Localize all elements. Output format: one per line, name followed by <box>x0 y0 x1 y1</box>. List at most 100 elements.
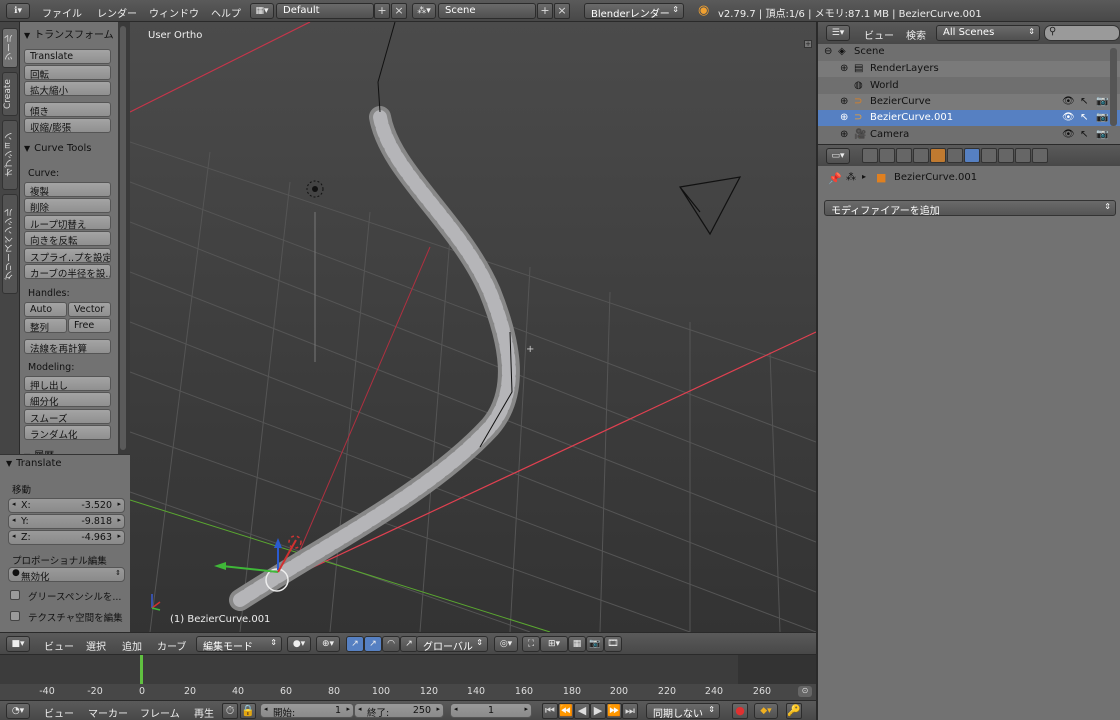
extrude-button[interactable]: 押し出し <box>24 376 111 391</box>
range-icon[interactable]: ⏱ <box>222 703 238 719</box>
operator-panel-header[interactable]: ▼ Translate <box>6 458 62 469</box>
sync-dropdown[interactable]: 同期しない ⇕ <box>646 703 720 720</box>
material-tab-icon[interactable] <box>998 148 1014 163</box>
outliner-row-world[interactable]: ◍ World <box>818 78 1120 94</box>
recalc-normals-button[interactable]: 法線を再計算 <box>24 339 111 354</box>
keyframe-insert-icon[interactable]: 🔑 <box>786 703 802 719</box>
eye-icon[interactable]: 👁 <box>1062 112 1075 123</box>
randomize-button[interactable]: ランダム化 <box>24 425 111 440</box>
handle-align-button[interactable]: 整列 <box>24 318 67 333</box>
render-icon[interactable]: 📷 <box>586 636 604 652</box>
expand-icon[interactable]: ⊖ <box>824 46 832 57</box>
menu-view[interactable]: ビュー <box>44 638 74 653</box>
menu-view[interactable]: ビュー <box>44 705 74 720</box>
properties-editor-icon[interactable]: ▭▾ <box>826 148 850 164</box>
history-panel-header[interactable]: ▼履歴 <box>24 447 54 454</box>
scene-dropdown[interactable]: Scene <box>438 3 536 19</box>
outliner-filter-dropdown[interactable]: All Scenes ⇕ <box>936 25 1040 41</box>
eye-icon[interactable]: 👁 <box>1062 96 1075 107</box>
set-spline-type-button[interactable]: スプライ..プを設定 <box>24 248 111 263</box>
menu-curve[interactable]: カーブ <box>157 638 186 653</box>
tool-shelf-scrollbar[interactable] <box>120 26 126 450</box>
gizmo-y-arrow[interactable] <box>214 562 226 570</box>
menu-window[interactable]: ウィンドウ <box>149 5 199 20</box>
select-arrow-icon[interactable]: ↖ <box>1080 96 1088 107</box>
shrink-fatten-button[interactable]: 収縮/膨張 <box>24 118 111 133</box>
snap-element-icon[interactable]: ⊞▾ <box>540 636 568 652</box>
pin-icon[interactable]: 📌 <box>828 172 842 185</box>
add-scene-icon[interactable]: + <box>537 3 553 19</box>
menu-marker[interactable]: マーカー <box>88 705 128 720</box>
lock-icon[interactable]: 🔒 <box>240 703 256 719</box>
jump-end-icon[interactable]: ⏭ <box>622 703 638 719</box>
snap-toggle-icon[interactable]: ⛶ <box>522 636 540 652</box>
remove-scene-icon[interactable]: × <box>554 3 570 19</box>
current-frame-field[interactable]: ◂ 1 ▸ <box>450 703 532 718</box>
remove-layout-icon[interactable]: × <box>391 3 407 19</box>
outliner-search-input[interactable]: ⚲ <box>1044 25 1120 41</box>
object-tab-icon[interactable] <box>930 148 946 163</box>
grease-pencil-checkbox[interactable] <box>10 590 20 600</box>
outliner-row-beziercurve[interactable]: ⊕ ⊃ BezierCurve 👁 ↖ 📷 <box>818 94 1120 110</box>
expand-icon[interactable]: ⊕ <box>840 129 848 140</box>
camera-render-icon[interactable]: 📷 <box>1096 129 1108 140</box>
curve-tools-panel-header[interactable]: ▼ Curve Tools <box>24 143 91 154</box>
translate-button[interactable]: Translate <box>24 49 111 64</box>
expand-icon[interactable]: ⊕ <box>840 63 848 74</box>
proportional-edit-icon[interactable]: ◎▾ <box>494 636 518 652</box>
jump-start-icon[interactable]: ⏮ <box>542 703 558 719</box>
orientation-dropdown[interactable]: グローバル ⇕ <box>416 636 488 653</box>
tab-create[interactable]: Create <box>2 72 18 116</box>
move-z-field[interactable]: ◂ Z: -4.963 ▸ <box>8 530 125 545</box>
snap-target-icon[interactable]: ▦ <box>568 636 586 652</box>
3d-viewport[interactable]: + User Ortho (1) BezierCurve.001 + <box>130 22 816 632</box>
outliner-row-scene[interactable]: ⊖ ◈ Scene <box>818 44 1120 60</box>
handle-free-button[interactable]: Free <box>68 318 111 333</box>
outliner-row-camera[interactable]: ⊕ 🎥 Camera 👁 ↖ 📷 <box>818 127 1120 143</box>
expand-icon[interactable]: ⊕ <box>840 112 848 123</box>
info-editor-icon[interactable]: ℹ▾ <box>6 3 30 19</box>
menu-view[interactable]: ビュー <box>864 27 894 42</box>
transform-panel-header[interactable]: ▼ トランスフォーム <box>24 26 114 41</box>
camera-render-icon[interactable]: 📷 <box>1096 96 1108 107</box>
manipulator-toggle-icon[interactable]: ↗ <box>346 636 364 652</box>
menu-select[interactable]: 選択 <box>86 638 106 653</box>
texture-space-checkbox[interactable] <box>10 611 20 621</box>
layout-grid-icon[interactable]: ▦▾ <box>250 3 274 19</box>
camera-object[interactable] <box>679 176 742 236</box>
timeline-editor-icon[interactable]: ◔▾ <box>6 703 30 719</box>
start-frame-field[interactable]: ◂ 開始: 1 ▸ <box>260 703 354 719</box>
select-arrow-icon[interactable]: ↖ <box>1080 129 1088 140</box>
add-modifier-dropdown[interactable]: モディファイアーを追加 ⇕ <box>824 200 1116 217</box>
end-frame-field[interactable]: ◂ 終了: 250 ▸ <box>354 703 444 719</box>
physics-tab-icon[interactable] <box>1032 148 1048 163</box>
rotate-button[interactable]: 回転 <box>24 65 111 80</box>
rotate-manipulator-icon[interactable]: ◠ <box>382 636 400 652</box>
shading-icon[interactable]: ●▾ <box>287 636 311 652</box>
scale-button[interactable]: 拡大縮小 <box>24 81 111 96</box>
set-curve-radius-button[interactable]: カーブの半径を設... <box>24 264 111 279</box>
move-x-field[interactable]: ◂ X: -3.520 ▸ <box>8 498 125 513</box>
expand-icon[interactable]: ⊕ <box>840 96 848 107</box>
editor-type-icon[interactable]: ■▾ <box>6 636 30 652</box>
scene-tab-icon[interactable] <box>896 148 912 163</box>
outliner-row-renderlayers[interactable]: ⊕ ▤ RenderLayers <box>818 61 1120 77</box>
next-keyframe-icon[interactable]: ⏩ <box>606 703 622 719</box>
eye-icon[interactable]: 👁 <box>1062 129 1075 140</box>
render-engine-dropdown[interactable]: Blenderレンダー ⇕ <box>584 3 684 20</box>
proportional-edit-dropdown[interactable]: ● 無効化 ⇕ <box>8 567 125 583</box>
outliner-scrollbar[interactable] <box>1110 48 1117 126</box>
move-y-field[interactable]: ◂ Y: -9.818 ▸ <box>8 514 125 529</box>
tab-grease-pencil[interactable]: グリースペンシル <box>2 194 18 294</box>
subdivide-button[interactable]: 細分化 <box>24 392 111 407</box>
record-icon[interactable]: ● <box>732 703 748 719</box>
tilt-button[interactable]: 傾き <box>24 102 111 117</box>
outliner-row-beziercurve-001[interactable]: ⊕ ⊃ BezierCurve.001 👁 ↖ 📷 <box>818 110 1120 126</box>
layout-dropdown[interactable]: Default <box>276 3 374 19</box>
delete-button[interactable]: 削除 <box>24 198 111 213</box>
tab-tools[interactable]: ツール <box>2 28 18 68</box>
world-tab-icon[interactable] <box>913 148 929 163</box>
mode-dropdown[interactable]: 編集モード ⇕ <box>196 636 282 653</box>
menu-render[interactable]: レンダー <box>97 5 137 20</box>
timeline-ruler[interactable]: -40 -20 0 20 40 60 80 100 120 140 160 18… <box>0 684 816 700</box>
